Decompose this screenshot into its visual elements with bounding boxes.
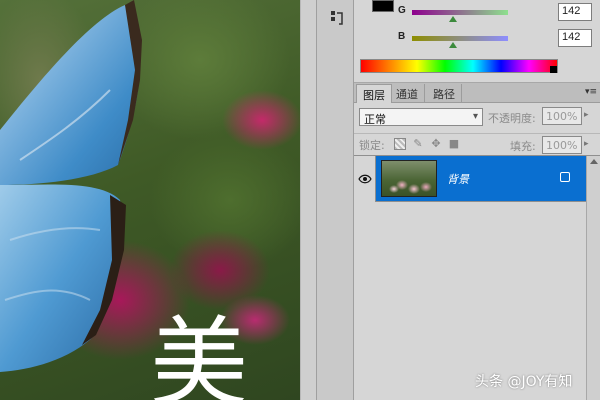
layer-thumbnail[interactable]	[381, 160, 437, 197]
layer-row[interactable]: 背景	[354, 156, 586, 202]
slider-track-g[interactable]	[412, 10, 508, 15]
lock-transparent-pixels-icon[interactable]	[394, 138, 406, 150]
color-label-b: B	[398, 31, 406, 42]
tab-channels[interactable]: 通道	[390, 84, 425, 103]
canvas-scrollbar[interactable]	[300, 0, 316, 400]
lock-all-icon[interactable]: ■	[448, 138, 460, 150]
chevron-down-icon: ▾	[472, 111, 478, 122]
tool-preset-icon[interactable]	[326, 8, 348, 28]
color-row-b: B 142	[398, 29, 598, 48]
lock-row: 锁定: ✎ ✥ ■ 填充: 100% ▸	[354, 133, 600, 154]
opacity-arrow-icon[interactable]: ▸	[584, 110, 589, 120]
spectrum-black-swatch[interactable]	[550, 66, 557, 73]
lock-position-icon[interactable]: ✥	[430, 138, 442, 150]
tab-paths[interactable]: 路径	[427, 84, 462, 103]
lock-label: 锁定:	[359, 139, 385, 152]
layer-list: 背景	[354, 155, 600, 400]
slider-thumb-g[interactable]	[449, 16, 457, 22]
layer-name[interactable]: 背景	[447, 171, 469, 187]
layer-lock-icon	[560, 172, 570, 182]
tool-panel-column	[316, 0, 354, 400]
scroll-up-icon[interactable]	[590, 159, 598, 164]
opacity-input[interactable]: 100%	[542, 107, 582, 125]
fill-arrow-icon[interactable]: ▸	[584, 139, 589, 149]
color-input-b[interactable]: 142	[558, 29, 592, 47]
panel-menu-icon[interactable]: ▾≡	[585, 87, 597, 97]
eye-icon	[357, 174, 372, 184]
color-label-g: G	[398, 5, 406, 16]
right-panel: G 142 B 142 图层 通道 路径 ▾≡ 正常 ▾ 不透明度: 100% …	[354, 0, 600, 400]
slider-track-b[interactable]	[412, 36, 508, 41]
tool-glyph-icon	[331, 11, 343, 25]
tab-layers[interactable]: 图层	[356, 84, 392, 103]
color-input-g[interactable]: 142	[558, 3, 592, 21]
slider-thumb-b[interactable]	[449, 42, 457, 48]
blend-mode-select[interactable]: 正常 ▾	[359, 108, 483, 126]
visibility-eye-icon[interactable]	[354, 156, 376, 202]
image-canvas[interactable]: 美	[0, 0, 300, 400]
color-spectrum-bar[interactable]	[360, 59, 558, 73]
color-row-g: G 142	[398, 3, 598, 22]
panel-tabs: 图层 通道 路径 ▾≡	[354, 83, 600, 103]
opacity-label: 不透明度:	[488, 112, 536, 125]
watermark-text: 头条 @JOY有知	[475, 374, 573, 390]
blend-mode-value: 正常	[364, 113, 386, 126]
foreground-color-swatch[interactable]	[372, 0, 394, 12]
layer-list-scrollbar[interactable]	[586, 156, 600, 400]
layers-panel: 图层 通道 路径 ▾≡ 正常 ▾ 不透明度: 100% ▸ 锁定: ✎ ✥ ■ …	[354, 82, 600, 400]
lock-image-pixels-icon[interactable]: ✎	[412, 138, 424, 150]
fill-label: 填充:	[510, 140, 536, 153]
overlay-text: 美	[150, 307, 249, 400]
fill-input[interactable]: 100%	[542, 136, 582, 154]
